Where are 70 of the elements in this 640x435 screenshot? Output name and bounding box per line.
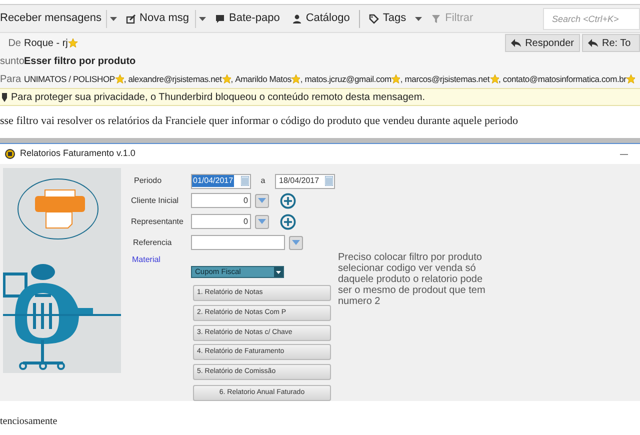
field-label: Referencia (132, 236, 173, 248)
calendar-icon (325, 176, 333, 186)
caret-icon (110, 16, 117, 20)
funnel-icon (258, 198, 266, 204)
field-label: Periodo (133, 175, 163, 187)
star-icon (291, 74, 300, 84)
star-icon (626, 74, 636, 84)
chat-bubble-icon (215, 14, 226, 24)
reply-arrow-icon (511, 39, 522, 47)
caret-icon (276, 270, 281, 274)
search-field[interactable]: Search <Ctrl+K> (543, 8, 640, 30)
plus-circle-icon (280, 192, 296, 208)
toolbar-button[interactable]: Bate-papo (209, 5, 286, 32)
reply-button[interactable]: Re: To (582, 34, 640, 52)
notice-text: Para proteger sua privacidade, o Thunderbird bloqueou o conteúdo remoto desta mensagem. (11, 90, 425, 104)
shield-icon (2, 92, 7, 102)
date-field[interactable]: 01/04/2017 (191, 174, 251, 188)
input-field[interactable]: 0 (191, 193, 251, 208)
add-button[interactable] (280, 192, 296, 208)
caret-icon (199, 16, 206, 20)
recipient-name[interactable]: Amarildo Matos (235, 72, 292, 86)
sender-name[interactable]: Roque - rj (24, 36, 68, 50)
toolbar-button[interactable]: Catálogo (286, 5, 356, 32)
date-field[interactable]: 18/04/2017 (275, 174, 335, 188)
add-button[interactable] (280, 214, 296, 230)
message-text: sse filtro vai resolver os relatórios da Franciele quer informar o código do produto que vendeu durante aquele periodo (0, 114, 520, 129)
pencil-icon (126, 14, 136, 24)
subject-text: Esser filtro por produto (24, 54, 136, 68)
calendar-icon (241, 176, 249, 186)
field-label: Para (0, 72, 22, 86)
tag-icon (368, 14, 379, 24)
toolbar-button[interactable]: Receber mensagens (0, 5, 106, 32)
app-logo-icon (5, 149, 15, 159)
funnel-icon (431, 14, 442, 24)
star-icon (222, 74, 231, 84)
window-title: Relatorios Faturamento v.1.0 (20, 147, 136, 160)
reply-button[interactable]: Responder (505, 34, 580, 52)
recipient-name[interactable]: contato@matosinformatica.com.br (502, 72, 626, 86)
field-label: Material (132, 254, 160, 266)
caret-icon (415, 16, 422, 20)
funnel-icon (258, 218, 266, 224)
field-label: De (7, 36, 22, 50)
closing-text: tenciosamente (0, 415, 58, 429)
recipient-name[interactable]: marcos@rjsistemas.net (404, 72, 490, 86)
funnel-icon (292, 240, 300, 246)
star-icon (490, 74, 499, 84)
recipient-name[interactable]: matos.jcruz@gmail.com (304, 72, 392, 86)
comma-separator: , (300, 72, 303, 86)
toolbar-button[interactable]: Tags (362, 5, 412, 32)
dropdown-arrow-button[interactable] (106, 10, 120, 28)
star-icon (391, 74, 400, 84)
input-field[interactable] (191, 235, 285, 250)
recipient-name[interactable]: UNIMATOS / POLISHOP (24, 72, 115, 86)
comma-separator: , (230, 72, 234, 86)
star-icon (68, 38, 78, 48)
separator-text: a (260, 175, 266, 187)
field-label: sunto (0, 54, 24, 68)
field-label: Representante (130, 216, 184, 228)
note-text: Preciso colocar filtro por produto selecionar codigo ver venda só daquele produto o relatorio pode ser o mesmo de prodout que tem numero 2 (338, 252, 486, 309)
field-label: Cliente Inicial (130, 194, 180, 206)
plus-circle-icon (280, 214, 296, 230)
reply-arrow-icon (588, 39, 598, 47)
input-field[interactable]: 0 (191, 214, 251, 229)
recipient-name[interactable]: alexandre@rjsistemas.net (128, 72, 222, 86)
comma-separator: , (124, 72, 126, 86)
star-icon (114, 74, 124, 84)
comma-separator: , (400, 72, 403, 86)
person-icon (292, 14, 302, 24)
comma-separator: , (498, 72, 501, 86)
toolbar-button[interactable]: Nova msg (120, 5, 196, 32)
